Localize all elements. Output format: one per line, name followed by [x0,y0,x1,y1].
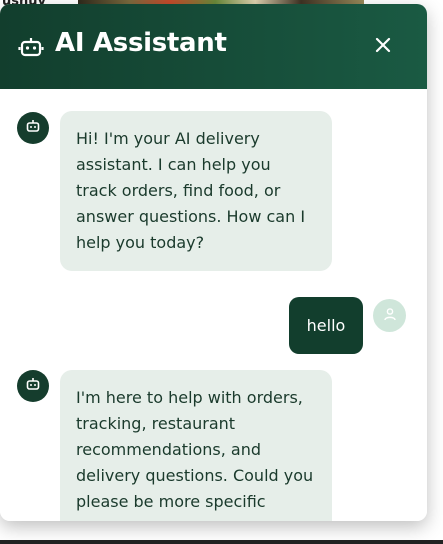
chat-title: AI Assistant [55,28,227,58]
bot-avatar [17,370,49,402]
user-icon [383,306,397,325]
bot-avatar [17,112,49,144]
message-list[interactable]: Hi! I'm your AI delivery assistant. I ca… [0,89,427,521]
chat-header: AI Assistant [0,4,427,89]
background-divider [0,540,443,544]
bot-message: I'm here to help with orders, tracking, … [60,370,332,521]
robot-icon [25,376,41,396]
robot-icon [18,35,44,61]
close-icon [375,37,391,57]
user-avatar [373,299,406,332]
robot-icon [25,118,41,138]
bot-message: Hi! I'm your AI delivery assistant. I ca… [60,111,332,271]
close-button[interactable] [368,32,398,62]
user-message: hello [289,297,363,354]
chat-panel: AI Assistant Hi! I'm your AI delivery as… [0,4,427,521]
